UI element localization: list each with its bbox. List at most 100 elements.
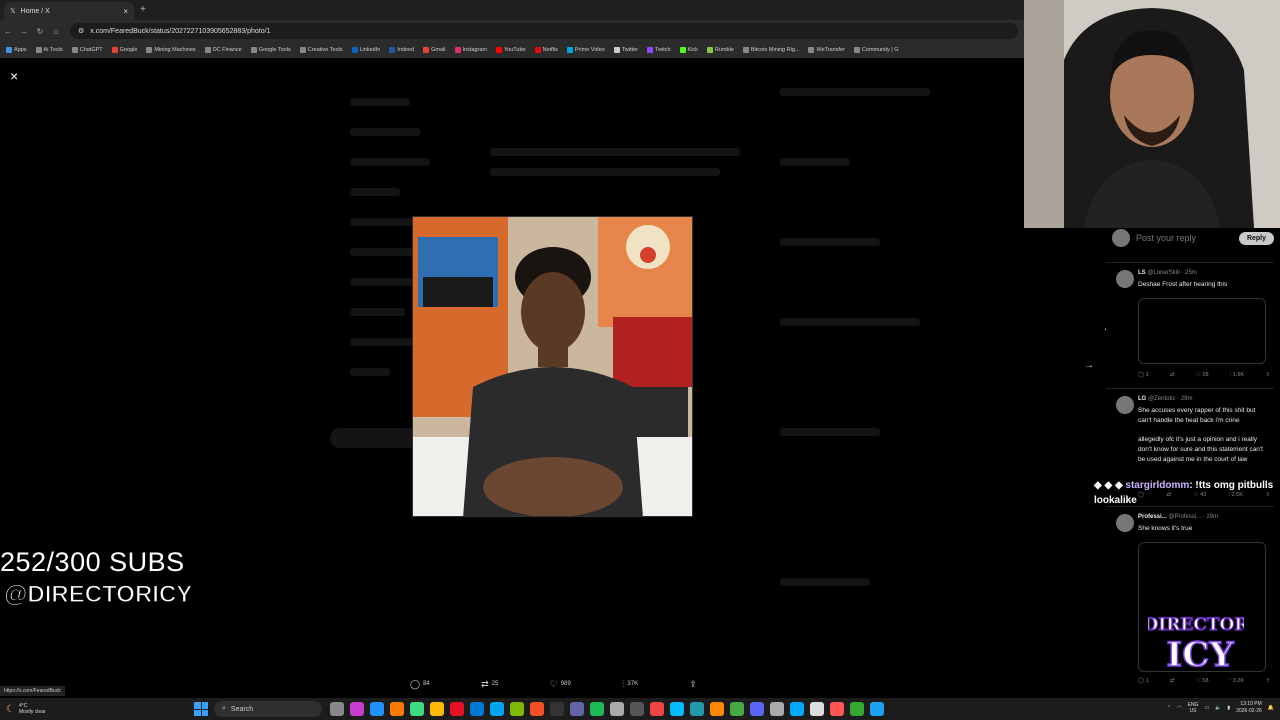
browser-tab-bar: 𝕏 Home / X × + bbox=[0, 0, 1024, 20]
bookmark-icon bbox=[111, 47, 118, 53]
bookmark-item[interactable]: YouTube bbox=[495, 47, 526, 53]
taskbar-app-icon[interactable] bbox=[830, 702, 844, 716]
views-count[interactable]: ⫶ 1.6K bbox=[1230, 372, 1244, 379]
volume-icon[interactable]: 🔈 bbox=[1215, 705, 1221, 711]
taskbar-app-icon[interactable] bbox=[690, 702, 704, 716]
network-icon[interactable]: ▭ bbox=[1204, 705, 1209, 711]
retweet-icon[interactable]: ⇄ bbox=[1170, 678, 1175, 685]
like-count[interactable]: ♡ 28 bbox=[1196, 372, 1209, 379]
taskbar-app-icon[interactable] bbox=[490, 702, 504, 716]
taskbar-app-icon[interactable] bbox=[870, 702, 884, 716]
site-info-icon[interactable]: ⚙ bbox=[78, 27, 84, 35]
bookmark-item[interactable]: ChatGPT bbox=[71, 47, 103, 53]
share-icon[interactable]: ⇪ bbox=[1265, 678, 1270, 685]
wifi-icon[interactable]: ◠ bbox=[1177, 705, 1181, 711]
bookmark-label: Google bbox=[119, 47, 138, 53]
tweet-media[interactable] bbox=[1138, 298, 1266, 364]
bookmark-item[interactable]: Rumble bbox=[706, 47, 734, 53]
bookmark-item[interactable]: LinkedIn bbox=[351, 47, 380, 53]
taskbar-app-icon[interactable] bbox=[790, 702, 804, 716]
bookmark-item[interactable]: Instagram bbox=[454, 47, 487, 53]
language-indicator[interactable]: ENG US bbox=[1188, 702, 1199, 714]
bookmark-item[interactable]: Kick bbox=[679, 47, 698, 53]
bookmark-item[interactable]: WeTransfer bbox=[808, 47, 845, 53]
new-tab-button[interactable]: + bbox=[140, 4, 146, 15]
bookmark-item[interactable]: Google bbox=[111, 47, 138, 53]
taskbar-app-icon[interactable] bbox=[710, 702, 724, 716]
bookmark-item[interactable]: Creative Tools bbox=[299, 47, 343, 53]
taskbar-app-icon[interactable] bbox=[350, 702, 364, 716]
taskbar-app-icon[interactable] bbox=[370, 702, 384, 716]
bookmark-item[interactable]: Ai Tools bbox=[35, 47, 63, 53]
taskbar-app-icon[interactable] bbox=[750, 702, 764, 716]
bookmark-icon bbox=[646, 47, 653, 53]
taskbar-app-icon[interactable] bbox=[390, 702, 404, 716]
forward-icon[interactable]: → bbox=[16, 27, 32, 36]
taskbar-app-icon[interactable] bbox=[590, 702, 604, 716]
taskbar-app-icon[interactable] bbox=[430, 702, 444, 716]
taskbar-app-icon[interactable] bbox=[570, 702, 584, 716]
tab-title: Home / X bbox=[20, 7, 50, 15]
bookmark-item[interactable]: Twitter bbox=[613, 47, 638, 53]
reply-input[interactable]: Post your reply bbox=[1136, 233, 1196, 243]
taskbar-app-icon[interactable] bbox=[550, 702, 564, 716]
views-count[interactable]: ⫶ 3.2K bbox=[1230, 678, 1244, 685]
close-viewer-icon[interactable]: × bbox=[10, 68, 18, 84]
url-field[interactable]: ⚙ x.com/FearedBuck/status/20272271039056… bbox=[70, 23, 1018, 39]
like-count[interactable]: ♡ 58 bbox=[1196, 678, 1209, 685]
back-icon[interactable]: ← bbox=[0, 27, 16, 36]
taskbar-app-icon[interactable] bbox=[530, 702, 544, 716]
retweet-action[interactable]: ⇄ 25 bbox=[481, 679, 498, 690]
close-tab-icon[interactable]: × bbox=[123, 7, 128, 16]
bookmark-item[interactable]: Apps bbox=[6, 47, 27, 53]
battery-icon[interactable]: ▮ bbox=[1227, 705, 1230, 711]
reply-action[interactable]: ◯ 84 bbox=[410, 679, 430, 690]
share-action[interactable]: ⇪ bbox=[689, 679, 700, 690]
taskbar-app-icon[interactable] bbox=[650, 702, 664, 716]
browser-tab[interactable]: 𝕏 Home / X × bbox=[4, 2, 134, 20]
tweet-handle: @LonerSkill · 25m bbox=[1147, 270, 1197, 276]
bookmark-item[interactable]: DC Finance bbox=[204, 47, 242, 53]
taskbar-app-icon[interactable] bbox=[810, 702, 824, 716]
taskbar-app-icon[interactable] bbox=[730, 702, 744, 716]
bookmark-icon bbox=[6, 47, 12, 53]
views-action[interactable]: ⫶ 37K bbox=[622, 679, 638, 690]
next-photo-icon[interactable]: → bbox=[1084, 360, 1094, 371]
bookmark-item[interactable]: Mining Machines bbox=[146, 47, 196, 53]
taskbar-app-icon[interactable] bbox=[850, 702, 864, 716]
bookmark-item[interactable]: Indeed bbox=[389, 47, 414, 53]
taskbar-app-icon[interactable] bbox=[510, 702, 524, 716]
share-icon[interactable]: ⇪ bbox=[1265, 372, 1270, 379]
bookmark-label: Gmail bbox=[431, 47, 446, 53]
bookmark-item[interactable]: Twitch bbox=[646, 47, 671, 53]
taskbar-app-icon[interactable] bbox=[470, 702, 484, 716]
notification-icon[interactable]: 🔔 bbox=[1268, 705, 1274, 711]
weather-widget[interactable]: ☾ 4°C Mostly clear bbox=[0, 703, 190, 715]
bookmark-item[interactable]: Bitcoin Mining Rig... bbox=[742, 47, 799, 53]
chevron-up-icon[interactable]: ⌃ bbox=[1167, 705, 1171, 711]
reply-button[interactable]: Reply bbox=[1238, 231, 1274, 245]
bookmark-label: WeTransfer bbox=[816, 47, 845, 53]
bookmark-item[interactable]: Community | G bbox=[853, 47, 899, 53]
bookmark-item[interactable]: Gmail bbox=[423, 47, 446, 53]
windows-start-icon[interactable] bbox=[194, 702, 208, 716]
bookmark-item[interactable]: Prime Video bbox=[566, 47, 605, 53]
like-action[interactable]: ♡ 989 bbox=[550, 679, 571, 690]
taskbar-app-icon[interactable] bbox=[410, 702, 424, 716]
bookmark-item[interactable]: Google Tools bbox=[250, 47, 291, 53]
tweet-photo[interactable] bbox=[412, 216, 693, 517]
taskbar-app-icon[interactable] bbox=[630, 702, 644, 716]
clock[interactable]: 13:10 PM 2026-02-26 bbox=[1236, 701, 1262, 714]
taskbar-app-icon[interactable] bbox=[670, 702, 684, 716]
reload-icon[interactable]: ↻ bbox=[32, 27, 48, 36]
taskbar-app-icon[interactable] bbox=[610, 702, 624, 716]
reply-count[interactable]: ◯ 1 bbox=[1138, 678, 1149, 685]
taskbar-search[interactable]: ⌕ Search bbox=[214, 701, 322, 717]
retweet-icon[interactable]: ⇄ bbox=[1170, 372, 1175, 379]
bookmark-item[interactable]: Netflix bbox=[534, 47, 558, 53]
taskbar-app-icon[interactable] bbox=[450, 702, 464, 716]
taskbar-app-icon[interactable] bbox=[770, 702, 784, 716]
reply-count[interactable]: ◯ 1 bbox=[1138, 372, 1149, 379]
taskbar-app-icon[interactable] bbox=[330, 702, 344, 716]
home-icon[interactable]: ⌂ bbox=[48, 27, 64, 36]
